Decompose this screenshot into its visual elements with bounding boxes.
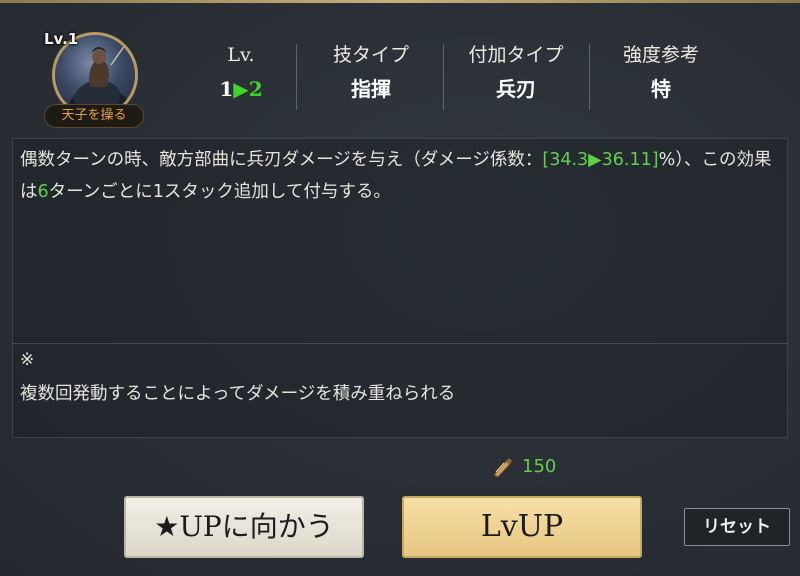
description-divider (12, 343, 788, 344)
turn-count: 6 (37, 182, 49, 202)
stat-skill-type-value: 指揮 (351, 77, 391, 101)
stat-add-type-label: 付加タイプ (468, 44, 564, 66)
description-part1: 偶数ターンの時、敵方部曲に兵刃ダメージを与え（ダメージ係数： (20, 150, 543, 170)
level-from: 1 (219, 77, 234, 101)
stat-divider (296, 44, 297, 110)
stat-skill-type: 技タイプ 指揮 (316, 40, 426, 116)
reset-button[interactable]: リセット (684, 508, 790, 546)
damage-coefficient: [34.3▶36.11] (542, 150, 659, 170)
stat-skill-type-label: 技タイプ (332, 44, 409, 66)
stat-level-label: Lv. (227, 44, 255, 66)
stat-divider (589, 44, 590, 110)
note-mark: ※ (20, 350, 35, 370)
star-up-button[interactable]: ★UPに向かう (124, 496, 364, 558)
level-arrow-icon: ▶ (233, 77, 249, 101)
note-text: 複数回発動することによってダメージを積み重ねられる (20, 384, 456, 404)
stat-divider (443, 44, 444, 110)
level-to: 2 (248, 77, 263, 101)
scroll-item-icon (493, 458, 512, 478)
stat-level-value: 1▶2 (196, 74, 286, 104)
stat-add-type: 付加タイプ 兵刃 (458, 40, 574, 116)
skill-name-label: 天子を操る (44, 104, 144, 128)
skill-description: 偶数ターンの時、敵方部曲に兵刃ダメージを与え（ダメージ係数：[34.3▶36.1… (20, 144, 782, 208)
stat-strength: 強度参考 特 (604, 40, 718, 116)
description-part3: ターンごとに1スタック追加して付与する。 (48, 182, 391, 202)
level-up-button[interactable]: LvUP (402, 496, 642, 558)
cost-value: 150 (522, 456, 557, 477)
stat-level: Lv. 1▶2 (196, 40, 286, 116)
stat-strength-label: 強度参考 (622, 44, 699, 66)
stat-strength-value: 特 (651, 77, 671, 101)
stat-add-type-value: 兵刃 (496, 77, 536, 101)
skill-level-badge: Lv.1 (44, 30, 79, 48)
